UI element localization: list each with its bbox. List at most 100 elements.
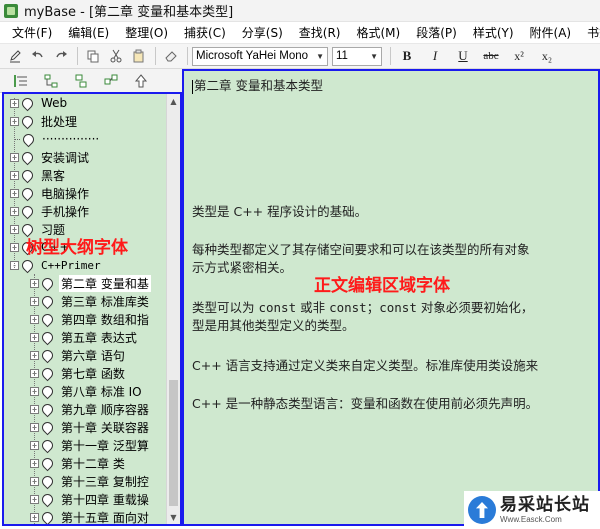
tree-guide-line	[34, 274, 35, 524]
node-icon	[19, 257, 36, 273]
outline-icon[interactable]	[10, 71, 32, 91]
tree-node[interactable]: + 第十四章 重载操	[4, 490, 166, 508]
tree-node[interactable]: ···············	[4, 130, 166, 148]
tree-node[interactable]: + 第十五章 面向对	[4, 508, 166, 524]
tree-node-label: 第五章 表达式	[61, 330, 137, 345]
tree-node-label: 黑客	[41, 168, 66, 183]
tree-node[interactable]: + 第五章 表达式	[4, 328, 166, 346]
tree-node[interactable]: + 安装调试	[4, 148, 166, 166]
outline-tree-panel[interactable]: + Web + 批处理 ··············· + 安装调试 + 黑客 + 电脑操作 + 手机操…	[2, 92, 182, 526]
scroll-up-icon[interactable]: ▲	[167, 94, 180, 108]
edit-pen-icon[interactable]	[4, 45, 26, 67]
editor-area[interactable]: 第二章 变量和基本类型 类型是 C++ 程序设计的基础。 每种类型都定义了其存储…	[182, 69, 600, 526]
editor-paragraph: C++ 是一种静态类型语言：变量和函数在使用前必须先声明。	[192, 396, 539, 411]
node-icon	[19, 113, 36, 129]
tree-node[interactable]: + 手机操作	[4, 202, 166, 220]
menu-organize[interactable]: 整理(O)	[125, 24, 168, 41]
tree-node[interactable]: + 第十章 关联容器	[4, 418, 166, 436]
add-child-node-icon[interactable]	[40, 71, 62, 91]
strikethrough-button[interactable]: abc	[479, 45, 503, 67]
tree-node[interactable]: + 第十三章 复制控	[4, 472, 166, 490]
tree-node[interactable]: + 第八章 标准 IO	[4, 382, 166, 400]
menu-edit[interactable]: 编辑(E)	[68, 24, 109, 41]
tree-node[interactable]: + 第二章 变量和基	[4, 274, 166, 292]
menu-style[interactable]: 样式(Y)	[473, 24, 514, 41]
editor-paragraph: C++ 语言支持通过定义类来自定义类型。标准库使用类设施来	[192, 358, 539, 373]
redo-icon[interactable]	[50, 45, 72, 67]
italic-button[interactable]: I	[423, 45, 447, 67]
window-title: myBase - [第二章 变量和基本类型]	[24, 5, 234, 20]
tree-node[interactable]: + 第三章 标准库类	[4, 292, 166, 310]
scrollbar-thumb[interactable]	[169, 380, 178, 506]
link-node-icon[interactable]	[100, 71, 122, 91]
tree-node-label: 第七章 函数	[61, 366, 125, 381]
menu-share[interactable]: 分享(S)	[242, 24, 283, 41]
node-icon	[39, 473, 56, 489]
app-icon	[4, 3, 18, 18]
tree-node-label: 第九章 顺序容器	[61, 402, 149, 417]
node-icon	[39, 509, 56, 524]
tree-node[interactable]: + 电脑操作	[4, 184, 166, 202]
underline-button[interactable]: U	[451, 45, 475, 67]
cut-icon[interactable]	[105, 45, 127, 67]
tree-node[interactable]: + 批处理	[4, 112, 166, 130]
tree-node[interactable]: + 黑客	[4, 166, 166, 184]
scroll-down-icon[interactable]: ▼	[167, 510, 180, 524]
editor-paragraph: 每种类型都定义了其存储空间要求和可以在该类型的所有对象	[192, 242, 530, 257]
toolbar-separator	[77, 47, 78, 65]
node-icon	[39, 383, 56, 399]
editor-text-run: ；	[366, 300, 380, 315]
tree-node-label: ···············	[42, 132, 100, 146]
tree-node[interactable]: + 第七章 函数	[4, 364, 166, 382]
tree-node-label: 第四章 数组和指	[61, 312, 149, 327]
superscript-button[interactable]: x²	[507, 45, 531, 67]
tree-node-label: Web	[41, 96, 68, 110]
move-up-icon[interactable]	[130, 71, 152, 91]
toolbar-separator	[390, 47, 391, 65]
tree-node[interactable]: + 第十二章 类	[4, 454, 166, 472]
eraser-icon[interactable]	[160, 45, 182, 67]
add-sibling-node-icon[interactable]	[70, 71, 92, 91]
watermark: 易采站长站 Www.Easck.Com	[464, 491, 600, 529]
tree-node-label: 第十四章 重载操	[61, 492, 149, 507]
editor-code-run: const	[379, 300, 417, 315]
tree-node[interactable]: + 第十一章 泛型算	[4, 436, 166, 454]
font-name-value: Microsoft YaHei Mono	[196, 50, 309, 62]
tree-node[interactable]: + 第四章 数组和指	[4, 310, 166, 328]
node-icon	[39, 275, 56, 291]
bold-button[interactable]: B	[395, 45, 419, 67]
copy-icon[interactable]	[82, 45, 104, 67]
toolbar-separator	[155, 47, 156, 65]
node-icon	[19, 185, 36, 201]
tree-node-label: 第十一章 泛型算	[61, 438, 149, 453]
tree-node[interactable]: + Web	[4, 94, 166, 112]
menu-paragraph[interactable]: 段落(P)	[416, 24, 457, 41]
tree-node[interactable]: + 第六章 语句	[4, 346, 166, 364]
watermark-text: 易采站长站 Www.Easck.Com	[500, 495, 590, 525]
tree-node-label: 安装调试	[41, 150, 90, 165]
editor-heading-line: 第二章 变量和基本类型	[192, 77, 598, 95]
menu-file[interactable]: 文件(F)	[12, 24, 52, 41]
undo-icon[interactable]	[27, 45, 49, 67]
watermark-sub: Www.Easck.Com	[500, 515, 562, 524]
chevron-down-icon: ▼	[370, 51, 378, 61]
menu-format[interactable]: 格式(M)	[356, 24, 400, 41]
title-bar: myBase - [第二章 变量和基本类型]	[0, 0, 600, 22]
menu-attachment[interactable]: 附件(A)	[530, 24, 572, 41]
font-name-select[interactable]: Microsoft YaHei Mono ▼	[192, 46, 328, 66]
node-icon	[39, 437, 56, 453]
tree-node[interactable]: - C++Primer	[4, 256, 166, 274]
menu-capture[interactable]: 捕获(C)	[184, 24, 226, 41]
font-size-select[interactable]: 11 ▼	[332, 46, 382, 66]
subscript-button[interactable]: x₂	[535, 45, 559, 67]
node-icon	[39, 365, 56, 381]
node-icon	[19, 149, 36, 165]
tree-node-label: 第二章 变量和基	[59, 274, 151, 292]
menu-find[interactable]: 查找(R)	[299, 24, 341, 41]
menu-bookmark[interactable]: 书签(	[587, 24, 600, 41]
editor-heading: 第二章 变量和基本类型	[194, 78, 323, 93]
tree-node[interactable]: + 第九章 顺序容器	[4, 400, 166, 418]
editor-text-run: 对象必须要初始化，	[416, 300, 534, 315]
paste-icon[interactable]	[128, 45, 150, 67]
tree-scrollbar[interactable]: ▲ ▼	[166, 94, 180, 524]
